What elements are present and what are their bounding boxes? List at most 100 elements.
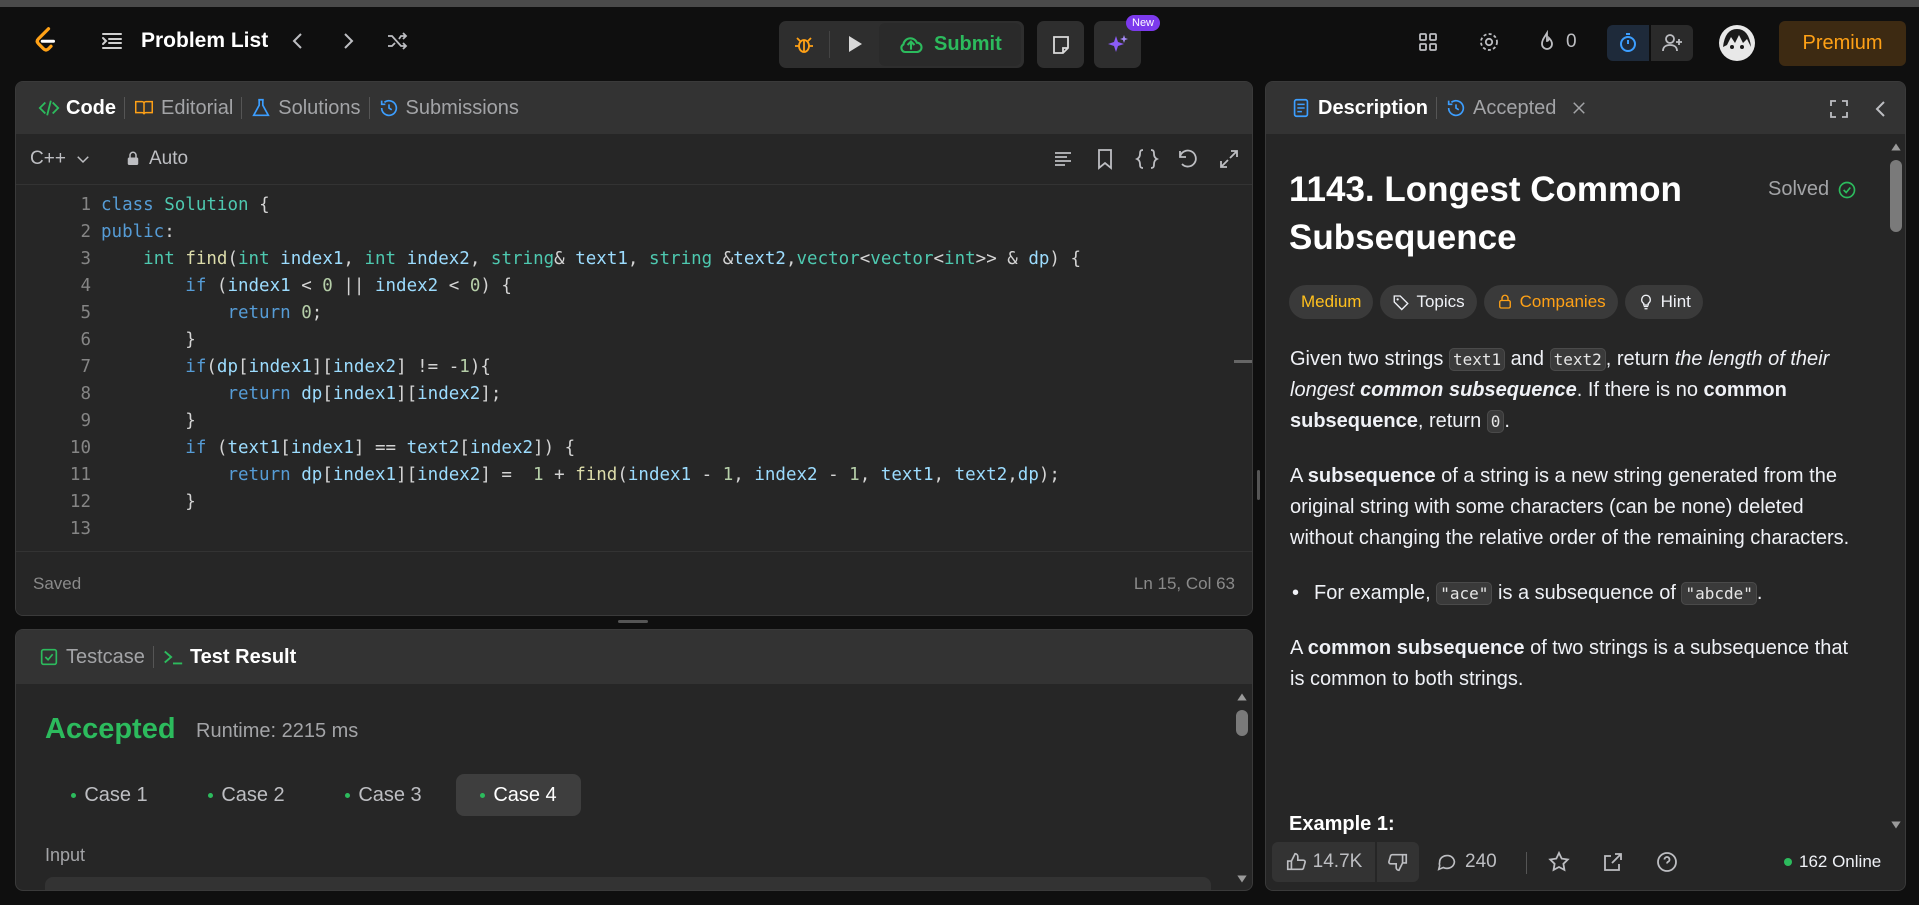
description-tabs: Description Accepted xyxy=(1266,82,1905,134)
flask-icon xyxy=(252,98,270,117)
premium-button[interactable]: Premium xyxy=(1779,21,1906,66)
description-scrollbar[interactable] xyxy=(1890,160,1902,232)
comment-bubble-icon xyxy=(1437,854,1456,871)
case-tab-2[interactable]: Case 2 xyxy=(182,774,311,816)
submit-label: Submit xyxy=(934,33,1002,55)
topics-badge[interactable]: Topics xyxy=(1380,285,1477,319)
inline-code: "ace" xyxy=(1436,582,1493,605)
reset-undo-icon[interactable] xyxy=(1175,146,1201,172)
run-play-icon[interactable] xyxy=(835,25,873,63)
add-friend-icon[interactable] xyxy=(1651,25,1693,61)
timer-stopwatch-icon[interactable] xyxy=(1607,25,1649,61)
tab-description[interactable]: Description xyxy=(1282,82,1436,134)
history-icon xyxy=(1447,99,1465,117)
code-text: public: xyxy=(101,222,175,242)
check-circle-icon xyxy=(1838,181,1856,198)
code-text: int find(int index1, int index2, string&… xyxy=(143,249,1082,269)
text: For example, xyxy=(1314,582,1437,604)
tab-test-result[interactable]: Test Result xyxy=(154,631,304,683)
text: . xyxy=(1504,410,1510,432)
history-icon xyxy=(380,99,397,117)
scroll-up-arrow-icon[interactable] xyxy=(1235,690,1249,704)
text: is a subsequence of xyxy=(1492,582,1682,604)
streak-fire-icon[interactable] xyxy=(1533,27,1561,57)
pass-dot xyxy=(71,792,77,798)
text: . If there is no xyxy=(1576,379,1704,401)
language-selector[interactable]: C++ xyxy=(30,148,92,170)
comments-button[interactable]: 240 xyxy=(1436,842,1497,882)
tab-description-label: Description xyxy=(1318,96,1429,119)
code-text: if (index1 < 0 || index2 < 0) { xyxy=(185,276,512,296)
settings-gear-icon[interactable] xyxy=(1474,27,1504,57)
tab-testcase[interactable]: Testcase xyxy=(30,631,153,683)
problem-list-link[interactable]: Problem List xyxy=(141,29,268,53)
description-panel: Description Accepted 1143. Longest Commo… xyxy=(1265,81,1906,891)
previous-problem-chevron-left-icon[interactable] xyxy=(284,27,312,55)
layout-grid-icon[interactable] xyxy=(1413,27,1443,57)
problem-description: Given two strings text1 and text2, retur… xyxy=(1290,344,1858,719)
text: . xyxy=(1756,582,1763,604)
test-panel-tabs: Testcase Test Result xyxy=(16,630,1252,684)
case-tab-1[interactable]: Case 1 xyxy=(45,774,174,816)
case-tab-4[interactable]: Case 4 xyxy=(456,774,581,816)
tab-submissions[interactable]: Submissions xyxy=(370,82,527,134)
auto-mode-toggle[interactable]: Auto xyxy=(124,148,188,170)
case-tab-3[interactable]: Case 3 xyxy=(319,774,448,816)
tab-solutions[interactable]: Solutions xyxy=(242,82,368,134)
editor-toolbar: C++ Auto xyxy=(16,134,1252,185)
scroll-up-arrow-icon[interactable] xyxy=(1889,140,1903,154)
code-text: } xyxy=(101,411,196,431)
tab-code-label: Code xyxy=(66,96,116,119)
hint-badge[interactable]: Hint xyxy=(1624,285,1703,319)
scroll-down-arrow-icon[interactable] xyxy=(1889,818,1903,832)
debug-bug-icon[interactable] xyxy=(785,25,823,63)
test-result-panel: Testcase Test Result Accepted Runtime: 2… xyxy=(15,629,1253,891)
case-tab-label: Case 2 xyxy=(221,783,285,806)
pass-dot xyxy=(208,792,214,798)
divider xyxy=(829,31,830,58)
panel-resize-handle[interactable] xyxy=(618,620,648,623)
user-avatar[interactable] xyxy=(1719,25,1755,61)
next-problem-chevron-right-icon[interactable] xyxy=(334,27,362,55)
problem-list-icon[interactable] xyxy=(98,27,126,55)
collapse-chevron-left-icon[interactable] xyxy=(1868,96,1894,122)
scroll-down-arrow-icon[interactable] xyxy=(1235,872,1249,886)
tab-accepted-label: Accepted xyxy=(1473,96,1557,119)
help-question-icon[interactable] xyxy=(1655,850,1679,874)
expand-icon[interactable] xyxy=(1216,146,1242,172)
editor-scrollbar[interactable] xyxy=(1234,360,1252,363)
strong: subsequence xyxy=(1307,465,1436,487)
code-text: return dp[index1][index2] = 1 + find(ind… xyxy=(227,465,1060,485)
lock-icon xyxy=(1498,294,1511,309)
fullscreen-icon[interactable] xyxy=(1826,96,1852,122)
tab-code[interactable]: Code xyxy=(30,82,124,134)
notes-icon[interactable] xyxy=(1037,21,1084,68)
favorite-star-icon[interactable] xyxy=(1547,850,1571,874)
companies-badge[interactable]: Companies xyxy=(1483,285,1618,319)
case-tabs: Case 1 Case 2 Case 3 Case 4 xyxy=(45,774,581,816)
like-count: 14.7K xyxy=(1312,851,1363,872)
close-icon[interactable] xyxy=(1570,99,1588,117)
dislike-button[interactable] xyxy=(1377,842,1419,882)
lock-icon xyxy=(127,151,139,165)
vertical-resize-handle[interactable] xyxy=(1257,470,1260,500)
tab-editorial[interactable]: Editorial xyxy=(125,82,241,134)
tab-accepted[interactable]: Accepted xyxy=(1437,82,1596,134)
format-lines-icon[interactable] xyxy=(1050,146,1076,172)
bookmark-icon[interactable] xyxy=(1092,146,1118,172)
like-button[interactable]: 14.7K xyxy=(1272,842,1375,882)
share-external-icon[interactable] xyxy=(1601,850,1625,874)
description-footer: 14.7K 240 162 Online xyxy=(1266,834,1905,890)
text: and xyxy=(1505,348,1550,370)
shuffle-icon[interactable] xyxy=(382,27,412,55)
pass-dot xyxy=(480,792,486,798)
text: Given two strings xyxy=(1290,348,1449,370)
result-scrollbar[interactable] xyxy=(1236,710,1248,736)
leetcode-logo-icon[interactable] xyxy=(28,21,64,59)
braces-icon[interactable] xyxy=(1134,146,1160,172)
submit-button[interactable]: Submit xyxy=(879,23,1021,66)
text: , return xyxy=(1605,348,1675,370)
thumbs-up-icon xyxy=(1286,852,1306,871)
cursor-position: Ln 15, Col 63 xyxy=(1133,574,1235,593)
terminal-prompt-icon xyxy=(164,650,183,665)
